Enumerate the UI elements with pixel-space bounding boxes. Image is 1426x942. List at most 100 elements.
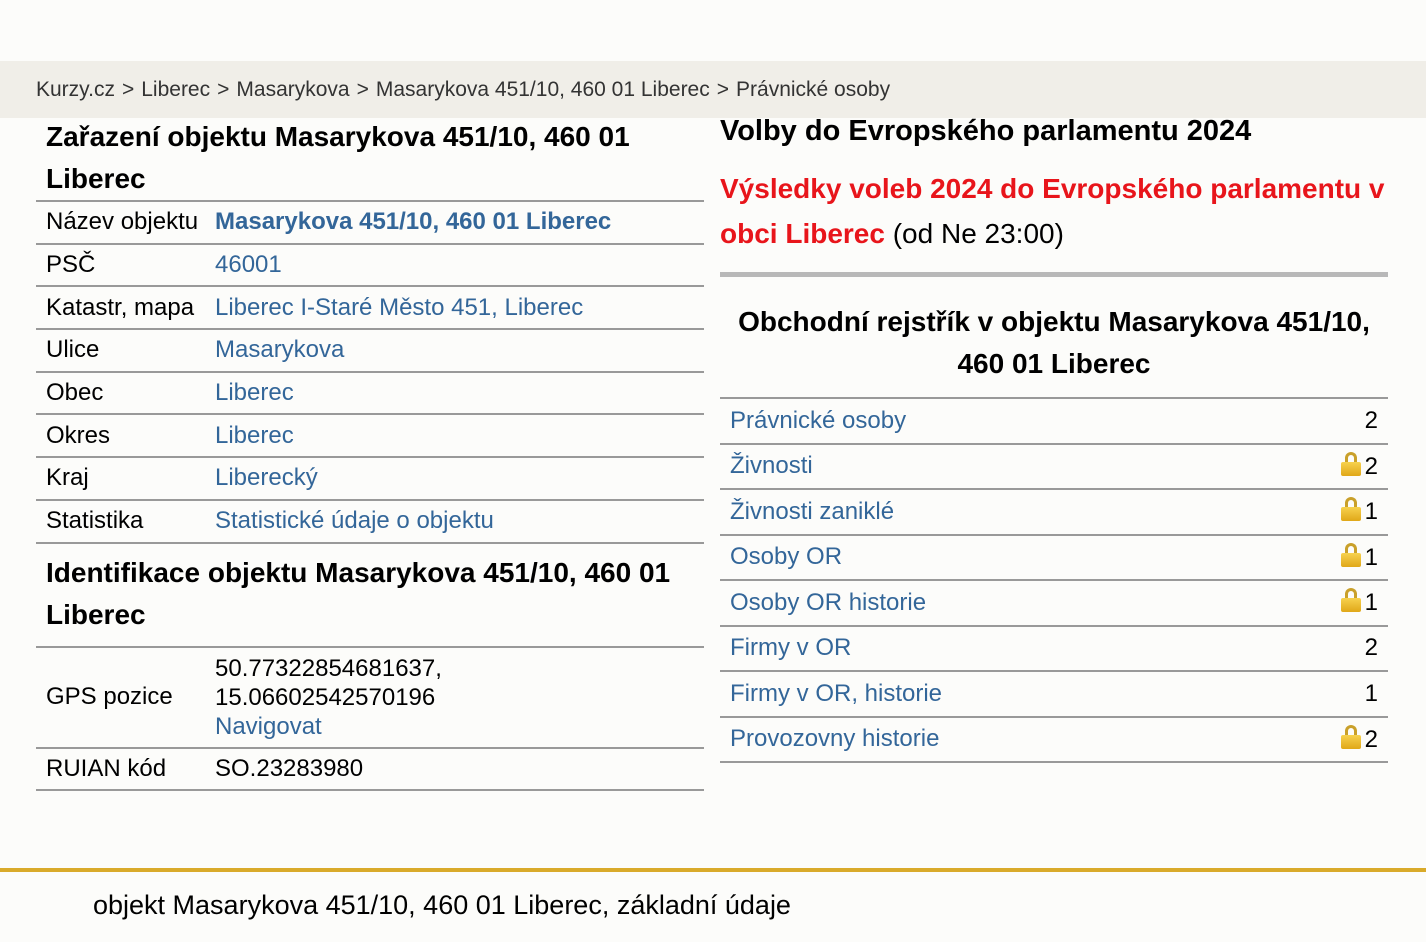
count-value: 1 (1364, 498, 1378, 526)
row-value: Masarykova 451/10, 460 01 Liberec (215, 200, 704, 244)
registry-link[interactable]: Provozovny historie (730, 725, 939, 752)
row-value: Liberec (215, 413, 704, 458)
row-key: Obec (36, 370, 215, 415)
registry-label: Živnosti (720, 442, 1298, 489)
breadcrumb-item[interactable]: Liberec (141, 78, 210, 101)
registry-count: 2 (1298, 624, 1388, 671)
registry-count: 2 (1298, 715, 1388, 763)
registry-link[interactable]: Firmy v OR, historie (730, 680, 942, 707)
row-key: Kraj (36, 456, 215, 500)
row-value-link[interactable]: Statistické údaje o objektu (215, 507, 494, 534)
table-row: Firmy v OR, historie 1 (720, 670, 1388, 717)
registry-label: Osoby OR (720, 533, 1298, 580)
count-value: 2 (1364, 725, 1378, 753)
row-key: Název objektu (36, 200, 215, 244)
registry-title: Obchodní rejstřík v objektu Masarykova 4… (738, 306, 1370, 379)
table-row: Provozovny historie 2 (720, 715, 1388, 763)
row-value-link[interactable]: Masarykova 451/10, 460 01 Liberec (215, 208, 611, 235)
breadcrumb-item[interactable]: Masarykova 451/10, 460 01 Liberec (376, 78, 710, 101)
table-row: Kraj Liberecký (36, 456, 704, 500)
registry-label: Osoby OR historie (720, 579, 1298, 626)
ruian-value: SO.23283980 (215, 746, 704, 792)
registry-link[interactable]: Osoby OR (730, 543, 842, 570)
count-value: 2 (1364, 406, 1378, 434)
row-key: PSČ (36, 242, 215, 287)
row-key: Okres (36, 413, 215, 458)
table-row: Živnosti 2 (720, 442, 1388, 489)
row-value-link[interactable]: 46001 (215, 251, 282, 278)
row-value: Masarykova (215, 328, 704, 372)
registry-link[interactable]: Živnosti zaniklé (730, 498, 894, 525)
row-value: Statistické údaje o objektu (215, 498, 704, 544)
table-row: Název objektu Masarykova 451/10, 460 01 L… (36, 200, 704, 244)
table-row: Ulice Masarykova (36, 328, 704, 372)
table-row: Osoby OR historie 1 (720, 579, 1388, 626)
count-value: 2 (1364, 452, 1378, 480)
election-title: Volby do Evropského parlamentu 2024 (720, 115, 1252, 147)
election-time: (od Ne 23:00) (892, 218, 1064, 249)
registry-count: 2 (1298, 442, 1388, 489)
row-key: Katastr, mapa (36, 285, 215, 330)
row-value-link[interactable]: Liberec (215, 422, 294, 449)
table-row: GPS pozice 50.77322854681637, 15.0660254… (36, 645, 704, 748)
row-value: Liberec I-Staré Město 451, Liberec (215, 285, 704, 330)
count-value: 1 (1364, 543, 1378, 571)
registry-link[interactable]: Osoby OR historie (730, 589, 926, 616)
lock-icon[interactable] (1340, 542, 1361, 567)
left-column: Zařazení objektu Masarykova 451/10, 460 … (36, 116, 704, 792)
registry-count: 1 (1298, 488, 1388, 535)
table-row: Katastr, mapa Liberec I-Staré Město 451, … (36, 285, 704, 330)
registry-table: Právnické osoby 2 Živnosti 2 Živnosti zanikl… (720, 397, 1388, 763)
top-bar (0, 0, 1426, 61)
right-column: Volby do Evropského parlamentu 2024 Výsl… (720, 110, 1388, 763)
election-results: Výsledky voleb 2024 do Evropského parlam… (720, 166, 1388, 256)
count-value: 1 (1364, 679, 1378, 707)
row-value-link[interactable]: Liberec (215, 379, 294, 406)
row-key: Statistika (36, 498, 215, 544)
lock-icon[interactable] (1340, 451, 1361, 476)
registry-link[interactable]: Právnické osoby (730, 407, 906, 434)
gps-longitude: 15.06602542570196 (215, 683, 436, 711)
row-value: Liberecký (215, 456, 704, 500)
table-row: Právnické osoby 2 (720, 397, 1388, 444)
breadcrumb-separator: > (121, 78, 135, 101)
row-value-link[interactable]: Liberecký (215, 464, 318, 491)
row-value-link[interactable]: Masarykova (215, 336, 344, 363)
table-row: RUIAN kód SO.23283980 (36, 746, 704, 792)
breadcrumb-item: Právnické osoby (736, 78, 891, 101)
registry-link[interactable]: Živnosti (730, 452, 813, 479)
classification-table: Název objektu Masarykova 451/10, 460 01 L… (36, 200, 704, 544)
count-value: 2 (1364, 634, 1378, 662)
table-row: Živnosti zaniklé 1 (720, 488, 1388, 535)
row-value: 46001 (215, 242, 704, 287)
lock-icon[interactable] (1340, 724, 1361, 749)
identification-title: Identifikace objektu Masarykova 451/10, … (46, 556, 671, 630)
row-key: Ulice (36, 328, 215, 372)
count-value: 1 (1364, 589, 1378, 617)
breadcrumb-separator: > (217, 78, 230, 101)
row-value: Liberec (215, 370, 704, 415)
table-row: Osoby OR 1 (720, 533, 1388, 580)
breadcrumb-item[interactable]: Masarykova (236, 78, 349, 101)
row-value-link[interactable]: Liberec I-Staré Město 451, Liberec (215, 294, 583, 321)
registry-count: 1 (1298, 579, 1388, 626)
table-row: Okres Liberec (36, 413, 704, 458)
registry-count: 1 (1298, 533, 1388, 580)
gps-latitude: 50.77322854681637, (215, 654, 442, 682)
registry-count: 2 (1298, 397, 1388, 444)
lock-icon[interactable] (1340, 588, 1361, 613)
lock-icon[interactable] (1340, 497, 1361, 522)
breadcrumb-separator: > (716, 78, 730, 101)
table-row: Firmy v OR 2 (720, 624, 1388, 671)
ruian-label: RUIAN kód (36, 746, 215, 792)
navigate-link[interactable]: Navigovat (215, 713, 322, 740)
divider (720, 272, 1388, 277)
identification-table: GPS pozice 50.77322854681637, 15.0660254… (36, 645, 704, 792)
registry-label: Provozovny historie (720, 715, 1298, 763)
table-row: Statistika Statistické údaje o objektu (36, 498, 704, 544)
registry-label: Firmy v OR (720, 624, 1298, 671)
registry-link[interactable]: Firmy v OR (730, 634, 851, 661)
gps-value: 50.77322854681637, 15.06602542570196 Nav… (215, 645, 704, 748)
classification-title: Zařazení objektu Masarykova 451/10, 460 … (46, 121, 630, 194)
breadcrumb-item[interactable]: Kurzy.cz (36, 78, 115, 101)
